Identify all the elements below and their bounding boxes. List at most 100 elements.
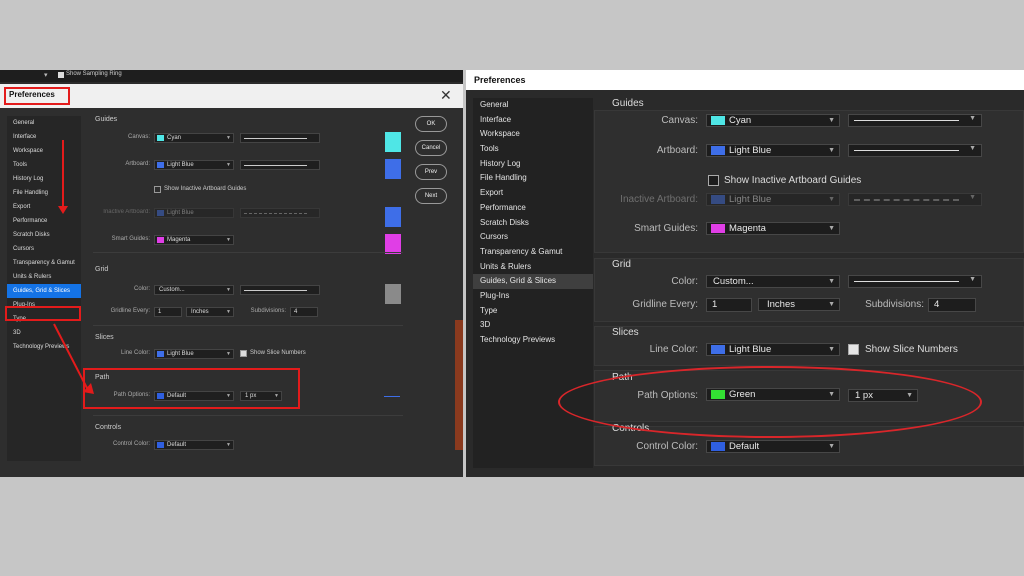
- grid-heading: Grid: [612, 259, 631, 270]
- smart-guides-label: Smart Guides:: [111, 236, 150, 242]
- path-highlight-box: [83, 368, 300, 409]
- subdivisions-label: Subdivisions:: [250, 308, 286, 314]
- sidebar-item[interactable]: Type: [473, 304, 593, 319]
- artboard-style-dropdown[interactable]: ▼: [848, 144, 982, 157]
- canvas-color-dropdown[interactable]: Cyan ▼: [706, 114, 840, 127]
- sidebar-item[interactable]: Units & Rulers: [7, 270, 81, 284]
- subdivisions-input[interactable]: 4: [290, 307, 318, 317]
- background-image-edge: [455, 320, 463, 450]
- next-button[interactable]: Next: [415, 188, 447, 204]
- chevron-down-icon[interactable]: ▾: [44, 71, 48, 79]
- sidebar-item[interactable]: Performance: [7, 214, 81, 228]
- grid-group: [594, 258, 1024, 322]
- sidebar-item[interactable]: History Log: [7, 172, 81, 186]
- path-heading: Path: [95, 374, 110, 381]
- checkbox-icon[interactable]: [58, 72, 64, 78]
- artboard-color-dropdown[interactable]: Light Blue ▼: [706, 144, 840, 157]
- subdivisions-input[interactable]: 4: [928, 298, 976, 312]
- artboard-color-swatch[interactable]: [385, 159, 401, 179]
- sidebar-item[interactable]: Export: [7, 200, 81, 214]
- grid-color-dropdown[interactable]: Custom... ▼: [706, 275, 840, 288]
- inactive-artboard-label: Inactive Artboard:: [620, 194, 698, 205]
- show-slice-numbers-checkbox[interactable]: [848, 344, 859, 355]
- sidebar-item[interactable]: Scratch Disks: [7, 228, 81, 242]
- sidebar-item[interactable]: File Handling: [473, 171, 593, 186]
- sidebar-item[interactable]: Transparency & Gamut: [7, 256, 81, 270]
- sidebar-item[interactable]: Units & Rulers: [473, 260, 593, 275]
- canvas-color-swatch[interactable]: [385, 132, 401, 152]
- sidebar-item[interactable]: Transparency & Gamut: [473, 245, 593, 260]
- show-inactive-checkbox[interactable]: [708, 175, 719, 186]
- path-preview: [384, 396, 400, 397]
- prev-button[interactable]: Prev: [415, 164, 447, 180]
- sidebar-item[interactable]: History Log: [473, 157, 593, 172]
- left-screenshot: ▾ Show Sampling Ring Preferences ✕ Gener…: [0, 70, 463, 477]
- gridline-unit-dropdown[interactable]: Inches ▼: [758, 298, 840, 311]
- inactive-color-swatch[interactable]: [385, 207, 401, 227]
- sidebar-item[interactable]: Guides, Grid & Slices: [473, 274, 593, 289]
- dialog-title: Preferences: [474, 75, 526, 85]
- artboard-color-dropdown[interactable]: Light Blue ▼: [154, 160, 234, 170]
- sidebar-item[interactable]: Plug-Ins: [473, 289, 593, 304]
- sidebar-item[interactable]: Cursors: [7, 242, 81, 256]
- inactive-color-dropdown[interactable]: Light Blue: [154, 208, 234, 218]
- slice-line-color-dropdown[interactable]: Light Blue ▼: [706, 343, 840, 356]
- smart-guides-swatch[interactable]: [385, 234, 401, 254]
- smart-guides-label: Smart Guides:: [634, 223, 698, 234]
- show-inactive-label: Show Inactive Artboard Guides: [164, 186, 247, 192]
- ok-button[interactable]: OK: [415, 116, 447, 132]
- cancel-button[interactable]: Cancel: [415, 140, 447, 156]
- show-slice-numbers-label: Show Slice Numbers: [250, 350, 306, 356]
- show-slice-numbers-checkbox[interactable]: [240, 350, 247, 357]
- gridline-every-input[interactable]: 1: [706, 298, 752, 312]
- path-width-dropdown[interactable]: 1 px ▼: [240, 391, 282, 401]
- canvas-color-dropdown[interactable]: Cyan ▼: [154, 133, 234, 143]
- sidebar-item[interactable]: Interface: [7, 130, 81, 144]
- sidebar-item[interactable]: General: [473, 98, 593, 113]
- sidebar-item[interactable]: Workspace: [7, 144, 81, 158]
- sidebar-item[interactable]: Technology Previews: [473, 333, 593, 348]
- grid-heading: Grid: [95, 266, 109, 273]
- slices-heading: Slices: [95, 334, 114, 341]
- sidebar-item[interactable]: General: [7, 116, 81, 130]
- sidebar-item[interactable]: Performance: [473, 201, 593, 216]
- grid-style-dropdown[interactable]: ▼: [848, 275, 982, 288]
- gridline-unit-dropdown[interactable]: Inches ▼: [186, 307, 234, 317]
- sidebar-item[interactable]: Guides, Grid & Slices: [7, 284, 81, 298]
- inactive-color-dropdown[interactable]: Light Blue ▼: [706, 193, 840, 206]
- show-sampling-ring-label: Show Sampling Ring: [66, 71, 122, 77]
- slice-line-color-dropdown[interactable]: Light Blue ▼: [154, 349, 234, 359]
- close-icon[interactable]: ✕: [440, 87, 452, 104]
- control-color-label: Control Color:: [636, 441, 698, 452]
- control-color-dropdown[interactable]: Default ▼: [706, 440, 840, 453]
- control-color-label: Control Color:: [112, 441, 150, 447]
- inactive-style-dropdown[interactable]: ▼: [848, 193, 982, 206]
- sidebar-item[interactable]: Tools: [7, 158, 81, 172]
- artboard-style-dropdown[interactable]: [240, 160, 320, 170]
- grid-style-dropdown[interactable]: [240, 285, 320, 295]
- control-color-dropdown[interactable]: Default ▼: [154, 440, 234, 450]
- path-color-dropdown[interactable]: Default ▼: [154, 391, 234, 401]
- canvas-style-dropdown[interactable]: ▼: [848, 114, 982, 127]
- gridline-every-input[interactable]: 1: [154, 307, 182, 317]
- sidebar-item[interactable]: Export: [473, 186, 593, 201]
- sidebar-item[interactable]: Workspace: [473, 127, 593, 142]
- guides-heading: Guides: [95, 116, 118, 123]
- slice-line-color-label: Line Color:: [649, 344, 698, 355]
- grid-color-dropdown[interactable]: Custom... ▼: [154, 285, 234, 295]
- grid-color-label: Color:: [133, 286, 150, 292]
- sidebar-item[interactable]: Cursors: [473, 230, 593, 245]
- smart-guides-dropdown[interactable]: Magenta ▼: [154, 235, 234, 245]
- sidebar-item[interactable]: Interface: [473, 113, 593, 128]
- grid-color-swatch[interactable]: [385, 284, 401, 304]
- canvas-style-dropdown[interactable]: [240, 133, 320, 143]
- show-inactive-label: Show Inactive Artboard Guides: [724, 175, 862, 186]
- inactive-style-dropdown[interactable]: [240, 208, 320, 218]
- sidebar-item[interactable]: Tools: [473, 142, 593, 157]
- canvas-label: Canvas:: [661, 115, 698, 126]
- sidebar-item[interactable]: File Handling: [7, 186, 81, 200]
- sidebar-item[interactable]: Scratch Disks: [473, 216, 593, 231]
- show-inactive-checkbox[interactable]: [154, 186, 161, 193]
- smart-guides-dropdown[interactable]: Magenta ▼: [706, 222, 840, 235]
- sidebar-item[interactable]: 3D: [473, 318, 593, 333]
